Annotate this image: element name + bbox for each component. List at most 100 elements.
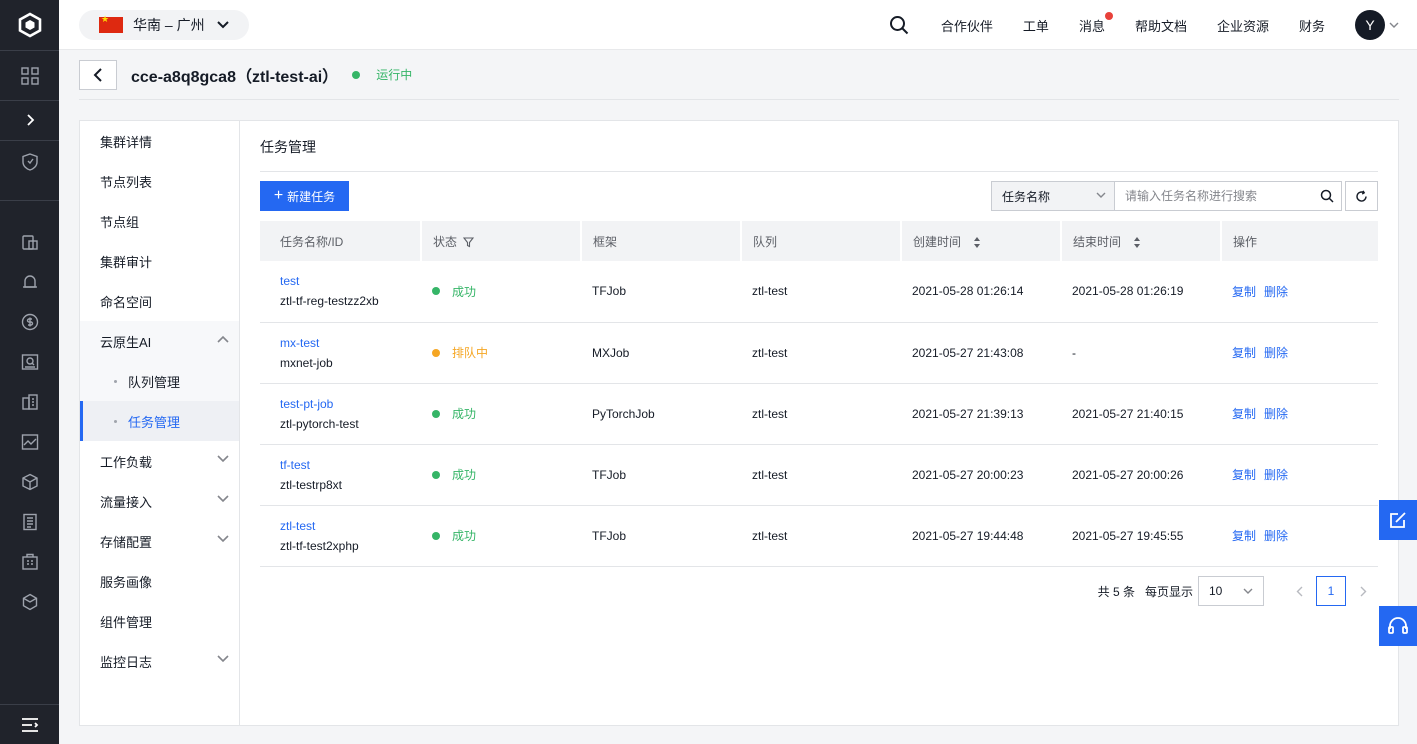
next-page-button[interactable] (1348, 576, 1378, 606)
cube-icon[interactable] (0, 462, 59, 502)
sidebar-item-namespace[interactable]: 命名空间 (80, 281, 239, 321)
top-bar: 华南 – 广州 合作伙伴 工单 消息 帮助文档 企业资源 财务 Y (59, 0, 1417, 50)
logo-icon[interactable] (0, 0, 59, 50)
sidebar-item-traffic-access[interactable]: 流量接入 (80, 481, 239, 521)
sidebar-item-storage-config[interactable]: 存储配置 (80, 521, 239, 561)
search-field-select[interactable]: 任务名称 (992, 182, 1115, 210)
sidebar-item-label: 监控日志 (100, 654, 153, 670)
sidebar-item-cluster-details[interactable]: 集群详情 (80, 121, 239, 161)
billing-icon[interactable] (0, 302, 59, 342)
copy-button[interactable]: 复制 (1232, 529, 1256, 543)
queue-cell: ztl-test (741, 444, 901, 506)
chart-icon[interactable] (0, 422, 59, 462)
end-time-cell: 2021-05-28 01:26:19 (1061, 261, 1221, 323)
table-header-row: 任务名称/ID 状态 框架 队列 创建时间 结束时间 操作 (260, 221, 1378, 261)
search-icon[interactable] (889, 15, 909, 35)
sidebar-item-cloud-native-ai[interactable]: 云原生AI (80, 321, 239, 361)
col-end-time[interactable]: 结束时间 (1061, 221, 1222, 261)
delete-button[interactable]: 删除 (1264, 468, 1288, 482)
sidebar-item-node-group[interactable]: 节点组 (80, 201, 239, 241)
task-name-cell: tf-test ztl-testrp8xt (260, 444, 421, 506)
status-dot (432, 287, 440, 296)
copy-button[interactable]: 复制 (1232, 468, 1256, 482)
sort-icon[interactable] (1133, 236, 1141, 248)
col-framework: 框架 (581, 221, 742, 261)
end-time-cell: 2021-05-27 20:00:26 (1061, 444, 1221, 506)
sidebar-item-queue-management[interactable]: 队列管理 (80, 361, 239, 401)
cloud-server-icon[interactable] (0, 222, 59, 262)
monitor-search-icon[interactable] (0, 342, 59, 382)
nav-help-docs[interactable]: 帮助文档 (1135, 16, 1187, 35)
bell-icon[interactable] (0, 262, 59, 302)
region-selector[interactable]: 华南 – 广州 (79, 10, 249, 40)
nav-enterprise-resources[interactable]: 企业资源 (1217, 16, 1269, 35)
search-icon[interactable] (1313, 182, 1341, 210)
new-task-button[interactable]: + 新建任务 (260, 181, 349, 211)
nav-tickets[interactable]: 工单 (1023, 16, 1049, 35)
col-created-time[interactable]: 创建时间 (901, 221, 1062, 261)
task-name-link[interactable]: ztl-test (280, 516, 421, 536)
created-time-cell: 2021-05-27 21:43:08 (901, 322, 1061, 384)
chevron-down-icon (1389, 22, 1399, 28)
table-row: mx-test mxnet-job 排队中 MXJob ztl-test 2021-05-… (260, 322, 1378, 384)
filter-icon[interactable] (463, 237, 475, 248)
sidebar-item-monitoring-logs[interactable]: 监控日志 (80, 641, 239, 681)
nav-finance[interactable]: 财务 (1299, 16, 1325, 35)
status-text: 成功 (452, 468, 477, 482)
page-number-current[interactable]: 1 (1316, 576, 1346, 606)
sidebar-item-workload[interactable]: 工作负载 (80, 441, 239, 481)
search-field-label: 任务名称 (1002, 189, 1051, 204)
sidebar-item-label: 流量接入 (100, 494, 153, 510)
prev-page-button[interactable] (1284, 576, 1314, 606)
user-menu[interactable]: Y (1355, 10, 1399, 40)
task-name-link[interactable]: tf-test (280, 455, 421, 475)
delete-button[interactable]: 删除 (1264, 346, 1288, 360)
shield-icon[interactable] (0, 142, 59, 182)
back-button[interactable] (79, 59, 117, 90)
office-icon[interactable] (0, 542, 59, 582)
nav-partners[interactable]: 合作伙伴 (941, 16, 993, 35)
chevron-down-icon (216, 21, 229, 29)
document-icon[interactable] (0, 502, 59, 542)
task-name-link[interactable]: mx-test (280, 333, 421, 353)
sidebar-item-component-management[interactable]: 组件管理 (80, 601, 239, 641)
delete-button[interactable]: 删除 (1264, 285, 1288, 299)
total-count: 共 5 条 (1097, 584, 1135, 599)
copy-button[interactable]: 复制 (1232, 285, 1256, 299)
menu-icon[interactable] (0, 704, 59, 744)
page-size-select[interactable]: 10 (1198, 576, 1264, 606)
task-name-link[interactable]: test-pt-job (280, 394, 421, 414)
task-id: ztl-tf-reg-testzz2xb (280, 294, 379, 309)
customer-service-button[interactable] (1379, 606, 1417, 646)
end-time-cell: 2021-05-27 21:40:15 (1061, 383, 1221, 445)
sidebar-item-node-list[interactable]: 节点列表 (80, 161, 239, 201)
sidebar-item-cluster-audit[interactable]: 集群审计 (80, 241, 239, 281)
expand-chevron-icon[interactable] (0, 100, 59, 140)
copy-button[interactable]: 复制 (1232, 346, 1256, 360)
sidebar-item-service-profile[interactable]: 服务画像 (80, 561, 239, 601)
building-icon[interactable] (0, 382, 59, 422)
feedback-button[interactable] (1379, 500, 1417, 540)
chevron-right-icon (1360, 586, 1366, 596)
grid-icon[interactable] (0, 56, 59, 96)
sort-icon[interactable] (973, 236, 981, 248)
delete-button[interactable]: 删除 (1264, 529, 1288, 543)
refresh-button[interactable] (1345, 181, 1378, 211)
task-id: mxnet-job (280, 355, 333, 370)
sidebar-item-task-management[interactable]: 任务管理 (80, 401, 239, 441)
hexagon-icon[interactable] (0, 582, 59, 622)
avatar: Y (1355, 10, 1385, 40)
status-dot (432, 470, 440, 479)
main-panel: 集群详情 节点列表 节点组 集群审计 命名空间 云原生AI 队列管理 任务管理 … (79, 120, 1399, 726)
queue-cell: ztl-test (741, 322, 901, 384)
nav-messages[interactable]: 消息 (1079, 11, 1113, 35)
col-actions: 操作 (1221, 221, 1378, 261)
col-status[interactable]: 状态 (421, 221, 582, 261)
task-name-link[interactable]: test (280, 271, 421, 291)
edit-icon (1390, 512, 1406, 528)
status-cell: 成功 (421, 505, 581, 567)
copy-button[interactable]: 复制 (1232, 407, 1256, 421)
delete-button[interactable]: 删除 (1264, 407, 1288, 421)
created-time-cell: 2021-05-27 21:39:13 (901, 383, 1061, 445)
search-input[interactable] (1115, 182, 1313, 210)
